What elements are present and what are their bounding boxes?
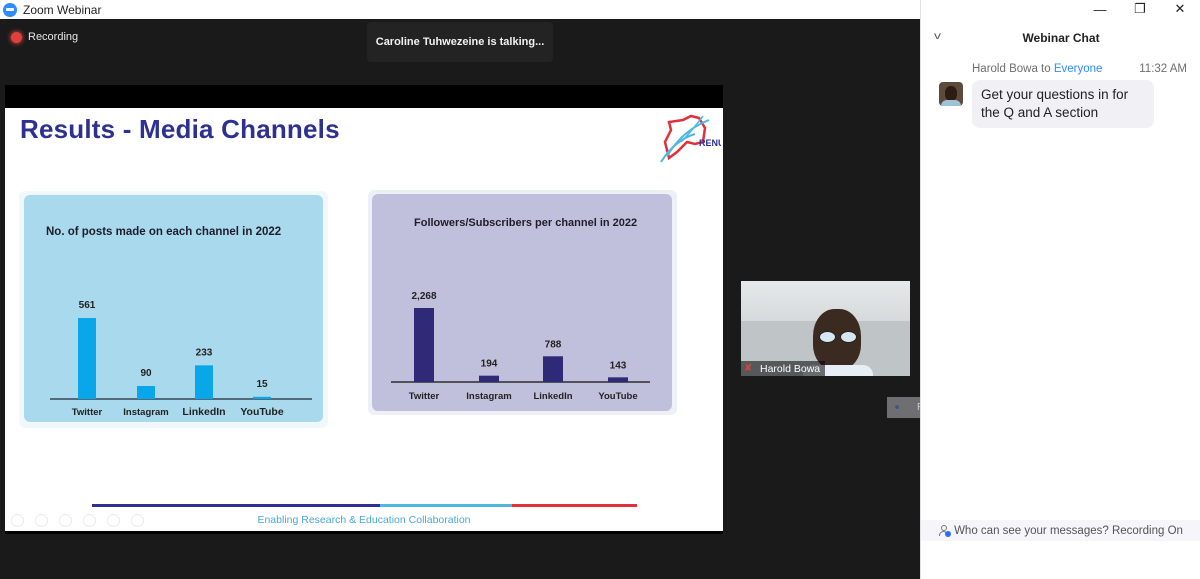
- chart-1-bar-twitter: [414, 308, 434, 382]
- footer-line-cyan: [380, 504, 512, 507]
- pen-icon[interactable]: [59, 514, 72, 527]
- zoom-slide-icon[interactable]: [107, 514, 120, 527]
- message-sender: Harold Bowa: [972, 63, 1038, 75]
- chart-1-category-label: YouTube: [598, 391, 637, 402]
- mic-muted-icon: ✘: [744, 362, 753, 374]
- slides-icon[interactable]: [83, 514, 96, 527]
- recording-label: Recording: [28, 31, 79, 43]
- charts-svg: 561 Twitter 90 Instagram 233 LinkedIn 15 YouTub…: [50, 291, 650, 418]
- chart-1-value-label: 194: [481, 359, 498, 370]
- privacy-user-icon: [939, 524, 952, 537]
- chart-1-bar-linkedin: [543, 356, 563, 382]
- recording-indicator[interactable]: Recording: [11, 31, 78, 43]
- prev-slide-icon[interactable]: [11, 514, 24, 527]
- close-button[interactable]: ✕: [1160, 0, 1200, 18]
- window-titlebar: Zoom Webinar: [0, 0, 920, 19]
- chart-1-bar-instagram: [479, 375, 499, 382]
- restore-button[interactable]: ❐: [1120, 0, 1160, 18]
- chart-0-value-label: 233: [196, 347, 213, 358]
- chart-0-value-label: 15: [256, 379, 268, 390]
- chart-1-value-label: 2,268: [411, 291, 436, 302]
- chat-title: Webinar Chat: [1022, 31, 1100, 45]
- chart-0-bar-twitter: [78, 318, 96, 399]
- message-time: 11:32 AM: [1139, 63, 1187, 75]
- message-to-word: to: [1041, 63, 1051, 75]
- message-meta: Harold Bowa to Everyone: [972, 63, 1102, 75]
- more-options-icon[interactable]: [131, 514, 144, 527]
- presentation-slide: Results - Media Channels RENU No. of pos…: [5, 108, 723, 531]
- webinar-chat-panel: — ❐ ✕ v Webinar Chat Harold Bowa to Ever…: [920, 0, 1200, 579]
- chart-0-value-label: 561: [79, 300, 96, 311]
- message-recipient: Everyone: [1053, 63, 1103, 75]
- minimize-button[interactable]: —: [1080, 0, 1120, 18]
- chart-0-category-label: YouTube: [240, 406, 284, 418]
- chart-0-category-label: LinkedIn: [182, 406, 225, 418]
- window-controls: — ❐ ✕: [1080, 0, 1200, 18]
- footer-line-red: [512, 504, 637, 507]
- chart-1-bar-youtube: [608, 377, 628, 382]
- slide-controls: [11, 514, 144, 527]
- chart-1-value-label: 788: [545, 339, 562, 350]
- privacy-notice-text: Who can see your messages? Recording On: [954, 524, 1183, 537]
- sender-avatar: [939, 82, 963, 106]
- recording-dot-icon: [11, 31, 22, 43]
- footer-line-navy: [92, 504, 380, 507]
- message-bubble[interactable]: Get your questions in for the Q and A se…: [972, 80, 1154, 128]
- active-speaker-banner: Caroline Tuhwezeine is talking...: [367, 22, 553, 62]
- chart-0-bar-instagram: [137, 386, 155, 399]
- chart-1-value-label: 143: [610, 360, 627, 371]
- participant-name: Harold Bowa: [760, 362, 821, 375]
- participant-glasses: [819, 331, 857, 343]
- next-slide-icon[interactable]: [35, 514, 48, 527]
- chart-0-category-label: Twitter: [72, 407, 103, 418]
- chat-privacy-notice[interactable]: Who can see your messages? Recording On: [921, 520, 1200, 541]
- participant-video[interactable]: ✘ Harold Bowa: [741, 281, 910, 376]
- chart-0-bar-linkedin: [195, 365, 213, 399]
- zoom-logo-icon: [3, 2, 17, 17]
- window-title: Zoom Webinar: [23, 2, 102, 17]
- chart-1-category-label: LinkedIn: [533, 391, 572, 402]
- chart-1-category-label: Twitter: [409, 391, 440, 402]
- chart-1-category-label: Instagram: [466, 391, 511, 402]
- chart-0-bar-youtube: [253, 396, 271, 399]
- chat-header: v Webinar Chat: [921, 28, 1200, 50]
- chart-0-category-label: Instagram: [123, 407, 168, 418]
- participant-namebar: ✘ Harold Bowa: [741, 361, 826, 376]
- snip-icon: [895, 405, 899, 409]
- chart-0-value-label: 90: [140, 368, 152, 379]
